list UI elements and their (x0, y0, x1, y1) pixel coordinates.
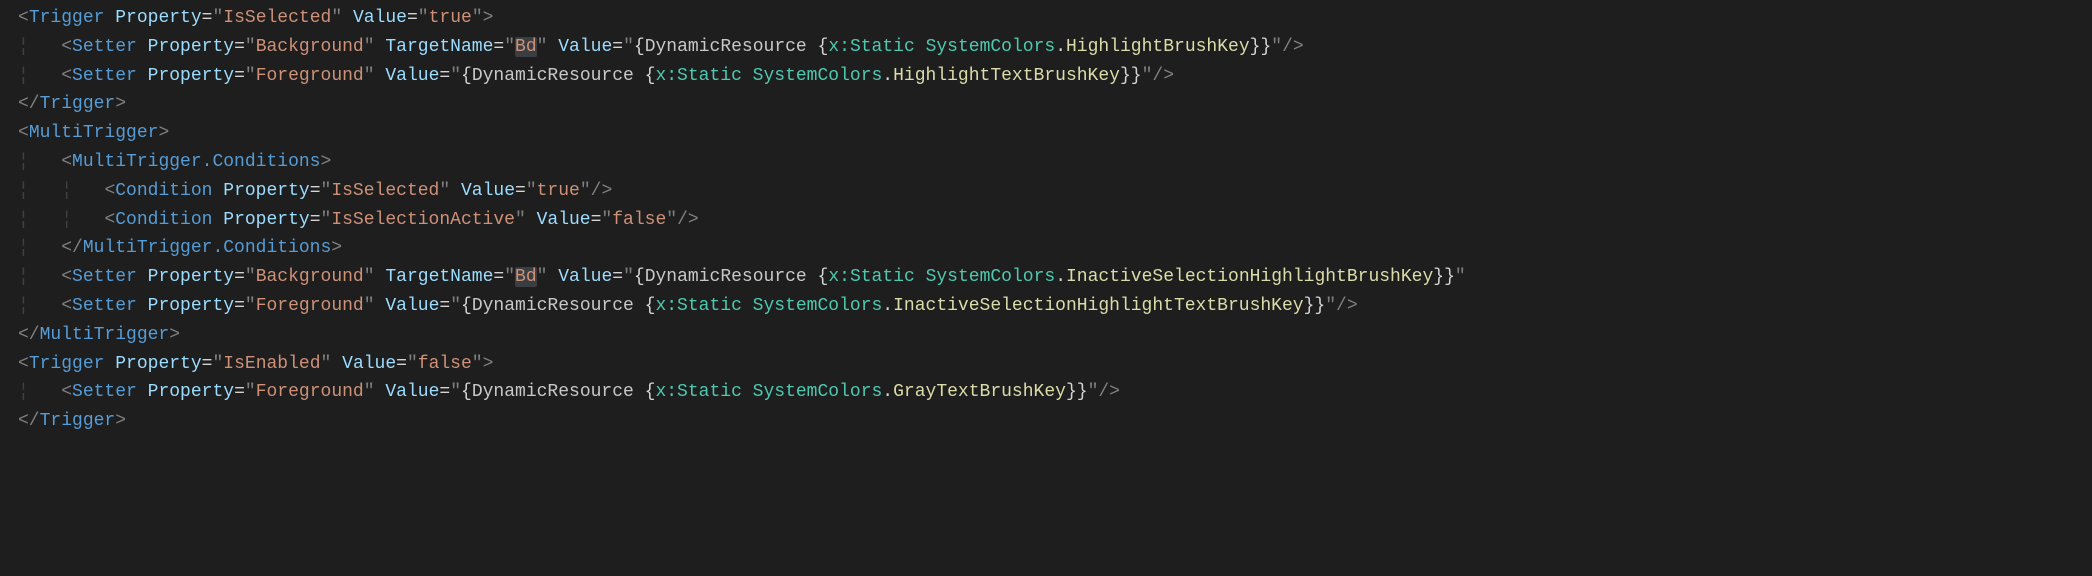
code-line[interactable]: ¦ </MultiTrigger.Conditions> (18, 234, 2092, 263)
code-line[interactable]: ¦ <Setter Property="Foreground" Value="{… (18, 292, 2092, 321)
code-line[interactable]: </Trigger> (18, 90, 2092, 119)
code-line[interactable]: ¦ <Setter Property="Foreground" Value="{… (18, 62, 2092, 91)
code-line[interactable]: ¦ ¦ <Condition Property="IsSelectionActi… (18, 206, 2092, 235)
code-line[interactable]: </Trigger> (18, 407, 2092, 436)
code-line[interactable]: ¦ <Setter Property="Background" TargetNa… (18, 263, 2092, 292)
code-line[interactable]: ¦ ¦ <Condition Property="IsSelected" Val… (18, 177, 2092, 206)
code-line[interactable]: <Trigger Property="IsEnabled" Value="fal… (18, 350, 2092, 379)
code-line[interactable]: ¦ <Setter Property="Background" TargetNa… (18, 33, 2092, 62)
code-line[interactable]: ¦ <Setter Property="Foreground" Value="{… (18, 378, 2092, 407)
code-line[interactable]: <MultiTrigger> (18, 119, 2092, 148)
code-editor[interactable]: <Trigger Property="IsSelected" Value="tr… (0, 0, 2092, 440)
code-line[interactable]: </MultiTrigger> (18, 321, 2092, 350)
code-line[interactable]: <Trigger Property="IsSelected" Value="tr… (18, 4, 2092, 33)
code-line[interactable]: ¦ <MultiTrigger.Conditions> (18, 148, 2092, 177)
